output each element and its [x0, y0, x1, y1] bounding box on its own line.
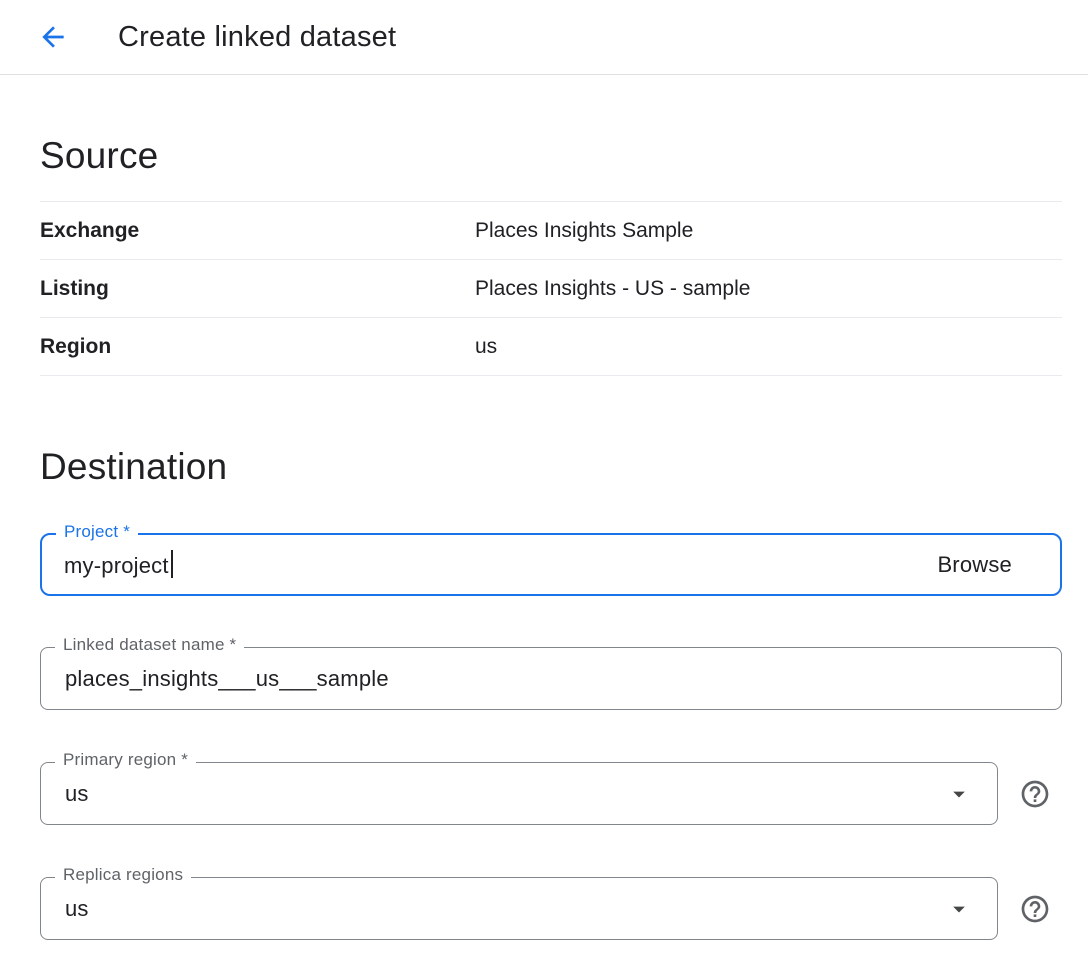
source-row-exchange: Exchange Places Insights Sample: [40, 202, 1062, 260]
project-input-value: my-project: [64, 553, 169, 578]
arrow-drop-down-icon: [945, 895, 973, 923]
row-value: Places Insights - US - sample: [475, 277, 750, 301]
arrow-back-icon: [37, 21, 69, 53]
destination-heading: Destination: [40, 446, 1062, 488]
row-value: us: [475, 335, 497, 359]
row-label: Region: [40, 335, 475, 359]
dataset-name-field[interactable]: Linked dataset name * places_insights___…: [40, 647, 1062, 710]
project-field-label: Project *: [56, 522, 138, 542]
replica-regions-label: Replica regions: [55, 865, 191, 885]
primary-region-row: Primary region * us: [40, 762, 1062, 825]
primary-region-help-button[interactable]: [1018, 777, 1052, 811]
replica-regions-value: us: [65, 896, 89, 922]
replica-regions-row: Replica regions us: [40, 877, 1062, 940]
dataset-name-input[interactable]: places_insights___us___sample: [65, 666, 389, 692]
row-value: Places Insights Sample: [475, 219, 693, 243]
project-input[interactable]: my-project: [64, 550, 173, 579]
browse-button[interactable]: Browse: [937, 552, 1038, 578]
back-button[interactable]: [30, 14, 76, 60]
help-icon: [1019, 893, 1051, 925]
row-label: Exchange: [40, 219, 475, 243]
main-content: Source Exchange Places Insights Sample L…: [0, 135, 1088, 940]
source-table: Exchange Places Insights Sample Listing …: [40, 201, 1062, 376]
source-heading: Source: [40, 135, 1062, 177]
primary-region-label: Primary region *: [55, 750, 196, 770]
replica-regions-select[interactable]: Replica regions us: [40, 877, 998, 940]
arrow-drop-down-icon: [945, 780, 973, 808]
page-title: Create linked dataset: [118, 21, 396, 54]
dataset-name-label: Linked dataset name *: [55, 635, 244, 655]
primary-region-select[interactable]: Primary region * us: [40, 762, 998, 825]
text-cursor: [171, 550, 173, 578]
replica-regions-help-button[interactable]: [1018, 892, 1052, 926]
source-row-listing: Listing Places Insights - US - sample: [40, 260, 1062, 318]
project-field[interactable]: Project * my-project Browse: [40, 533, 1062, 596]
source-row-region: Region us: [40, 318, 1062, 376]
help-icon: [1019, 778, 1051, 810]
row-label: Listing: [40, 277, 475, 301]
primary-region-value: us: [65, 781, 89, 807]
header: Create linked dataset: [0, 0, 1088, 75]
